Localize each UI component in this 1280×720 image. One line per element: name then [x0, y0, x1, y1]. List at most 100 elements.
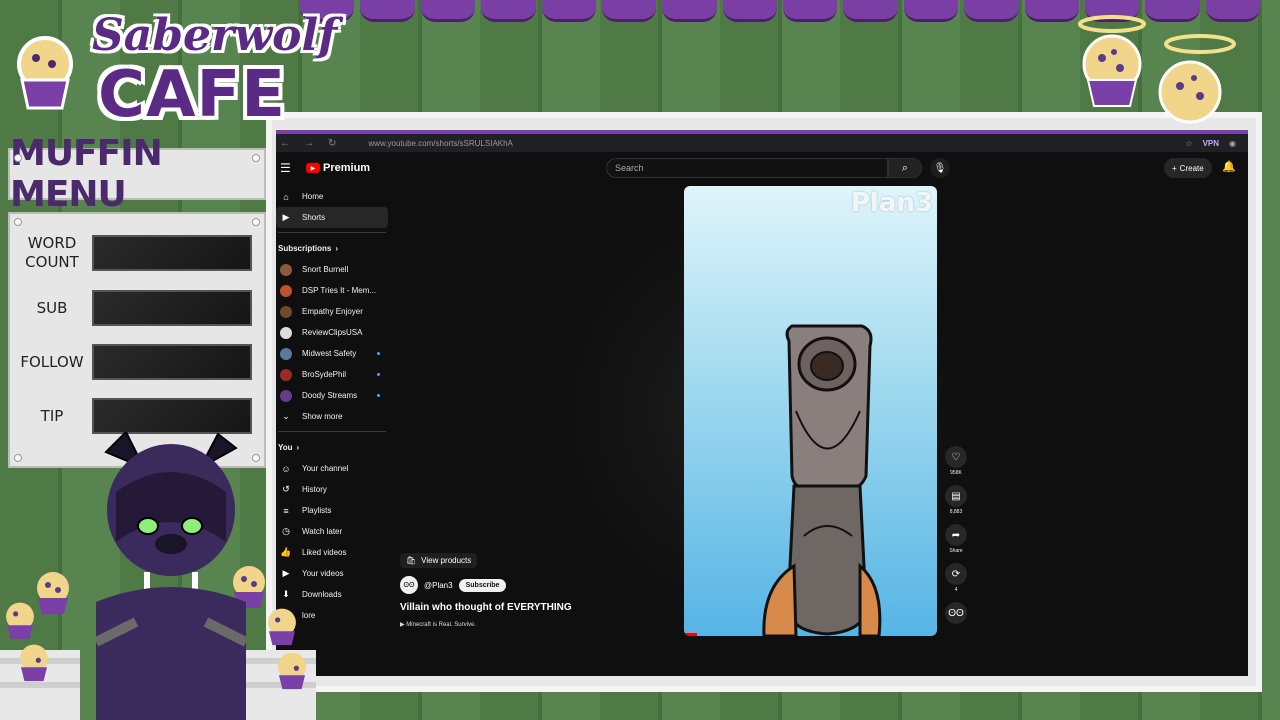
- goal-label-bottom: COUNT: [25, 253, 79, 271]
- screw-icon: [252, 454, 260, 462]
- reload-icon[interactable]: ↻: [328, 138, 336, 149]
- like-icon[interactable]: ♡: [945, 446, 967, 468]
- goal-label-top: WORD: [27, 234, 77, 252]
- wolf-vtuber-avatar: [96, 432, 246, 720]
- you-heading[interactable]: You ›: [276, 436, 388, 458]
- subscription-item[interactable]: Doody Streams: [276, 385, 388, 406]
- sidebar-item-label: Your channel: [302, 464, 349, 473]
- subscriptions-heading[interactable]: Subscriptions ›: [276, 237, 388, 259]
- subscription-item[interactable]: ReviewClipsUSA: [276, 322, 388, 343]
- goal-bar: [92, 344, 252, 380]
- notifications-icon[interactable]: 🔔: [1222, 160, 1236, 173]
- goal-label: WORD COUNT: [16, 234, 88, 272]
- video-title[interactable]: Villain who thought of EVERYTHING: [400, 602, 680, 613]
- goal-bar: [92, 235, 252, 271]
- video-progress-bar[interactable]: [684, 633, 697, 636]
- sidebar-item-like[interactable]: 👍 Liked videos: [276, 542, 388, 563]
- subscriptions-title: Subscriptions: [278, 243, 332, 253]
- search-button[interactable]: ⌕: [888, 158, 922, 178]
- view-products-label: View products: [421, 556, 472, 565]
- sidebar-item-home[interactable]: ⌂ Home: [276, 186, 388, 207]
- muffin-icon: [6, 602, 34, 640]
- remix-icon[interactable]: ⟳: [945, 563, 967, 585]
- sidebar-item-watch-later[interactable]: ◷ Watch later: [276, 521, 388, 542]
- action-count: 4: [954, 587, 958, 593]
- voice-search-button[interactable]: 🎙: [930, 158, 950, 178]
- shopping-bag-icon: 🛍: [406, 556, 417, 565]
- muffin-icon: [268, 608, 296, 646]
- back-icon[interactable]: ←: [280, 138, 290, 149]
- sidebar-item-label: Playlists: [302, 506, 332, 515]
- muffin-mascot-icon: [17, 36, 73, 110]
- sound-action: ʘʘ: [944, 602, 968, 626]
- subscription-item[interactable]: Empathy Enjoyer: [276, 301, 388, 322]
- goal-label: FOLLOW: [20, 352, 84, 371]
- subscription-label: Doody Streams: [302, 391, 358, 400]
- search-icon: ⌕: [901, 161, 909, 174]
- screw-icon: [252, 218, 260, 226]
- url-text[interactable]: www.youtube.com/shorts/sSRULSIAKhA: [368, 139, 513, 148]
- music-label[interactable]: ▶ Minecraft is Real. Survive.: [400, 621, 680, 628]
- search-input[interactable]: Search: [606, 158, 888, 178]
- muffin-menu-goals: WORD COUNT SUB FOLLOW TIP: [8, 212, 266, 468]
- channel-avatar: [280, 368, 292, 381]
- subscribe-button[interactable]: Subscribe: [458, 578, 507, 592]
- subscription-label: ReviewClipsUSA: [302, 328, 363, 337]
- divider: [278, 232, 386, 233]
- home-icon: ⌂: [283, 191, 289, 202]
- address-bar[interactable]: ← → ↻ www.youtube.com/shorts/sSRULSIAKhA…: [276, 130, 1248, 152]
- chevron-right-icon: ›: [296, 442, 300, 452]
- subscription-item[interactable]: BroSydePhil: [276, 364, 388, 385]
- sidebar-item-history[interactable]: ↺ History: [276, 479, 388, 500]
- profile-icon[interactable]: ◉: [1229, 139, 1236, 148]
- subscription-item[interactable]: DSP Tries It - Mem...: [276, 280, 388, 301]
- sidebar-item-shorts[interactable]: ▶ Shorts: [276, 207, 388, 228]
- logo-title-top: Saberwolf: [92, 10, 338, 61]
- share-icon[interactable]: ➦: [945, 524, 967, 546]
- sound-icon[interactable]: ʘʘ: [945, 602, 967, 624]
- muffin-menu-title: MUFFIN MENU: [10, 133, 163, 215]
- comment-icon[interactable]: ▤: [945, 485, 967, 507]
- muffin-icon: [278, 652, 306, 690]
- vpn-badge[interactable]: VPN: [1203, 139, 1219, 148]
- sidebar-item-label: Watch later: [302, 527, 343, 536]
- channel-avatar: [280, 326, 292, 339]
- goal-label: SUB: [36, 298, 68, 317]
- sidebar-item-download[interactable]: ⬇ Downloads: [276, 584, 388, 605]
- forward-icon[interactable]: →: [304, 138, 314, 149]
- create-button[interactable]: + Create: [1164, 158, 1212, 178]
- view-products-button[interactable]: 🛍 View products: [400, 553, 478, 568]
- sidebar-item-channel[interactable]: ☺ Your channel: [276, 458, 388, 479]
- sidebar-item-your-videos[interactable]: ▶ Your videos: [276, 563, 388, 584]
- subscription-label: Empathy Enjoyer: [302, 307, 363, 316]
- halo-muffin-icon: [1078, 15, 1146, 107]
- remix-action: ⟳ 4: [944, 563, 968, 593]
- goal-label: TIP: [40, 406, 64, 425]
- bookmark-icon[interactable]: ☆: [1185, 139, 1192, 148]
- subscription-label: DSP Tries It - Mem...: [302, 286, 377, 295]
- like-action: ♡ 958K: [944, 446, 968, 476]
- youtube-logo[interactable]: ▶ Premium: [306, 162, 370, 174]
- sidebar-item-playlists[interactable]: ≡ Playlists: [276, 500, 388, 521]
- channel-row: ʘʘ @Plan3 Subscribe: [400, 576, 680, 594]
- subscription-item[interactable]: Midwest Safety: [276, 343, 388, 364]
- subscription-item[interactable]: Snort Burnell: [276, 259, 388, 280]
- muffin-icon: [20, 644, 48, 682]
- sidebar-item-label: Your videos: [302, 569, 344, 578]
- action-count: Share: [949, 548, 963, 554]
- like-icon: 👍: [280, 547, 292, 557]
- your-videos-icon: ▶: [282, 568, 290, 578]
- sidebar-item-label: Shorts: [302, 213, 326, 222]
- you-title: You: [278, 442, 293, 452]
- sidebar-item-label: Liked videos: [302, 548, 347, 557]
- short-video[interactable]: Plan3: [684, 186, 937, 636]
- action-count: 8,883: [949, 509, 963, 515]
- menu-icon[interactable]: ☰: [280, 161, 294, 175]
- channel-avatar[interactable]: ʘʘ: [400, 576, 418, 594]
- show-more-label: Show more: [302, 412, 343, 421]
- screw-icon: [14, 454, 22, 462]
- channel-name[interactable]: @Plan3: [424, 581, 453, 590]
- show-more-button[interactable]: ⌄ Show more: [276, 406, 388, 427]
- goal-row-sub: SUB: [16, 290, 256, 326]
- channel-avatar: [280, 305, 292, 318]
